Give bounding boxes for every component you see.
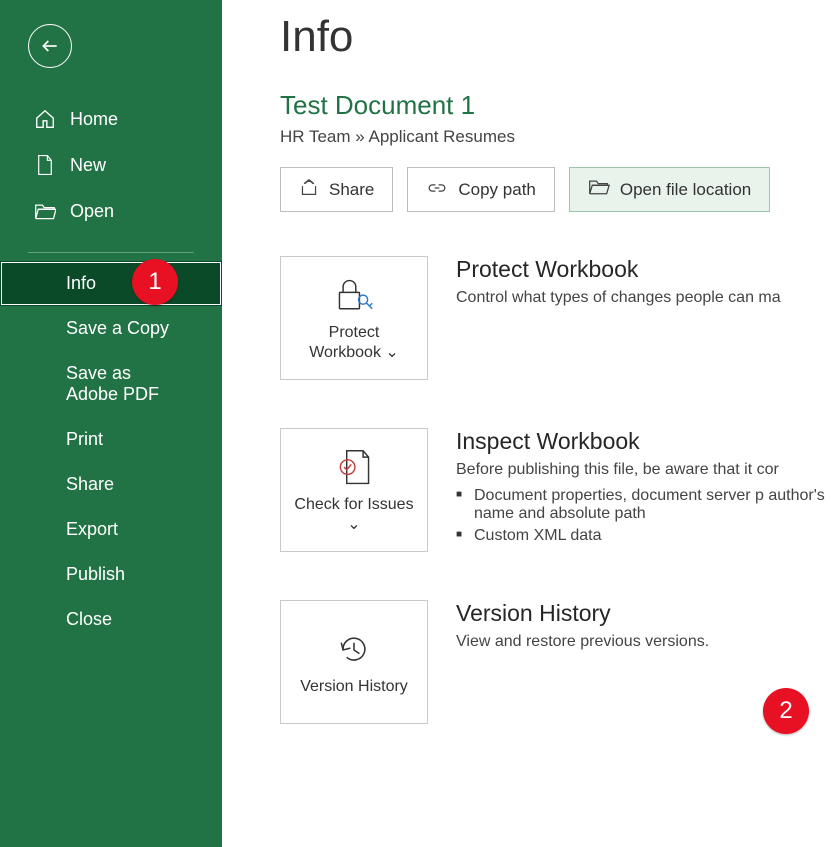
sidebar-item-info[interactable]: Info 1 bbox=[0, 261, 222, 306]
sidebar-item-label: Save as Adobe PDF bbox=[66, 363, 182, 405]
history-desc: View and restore previous versions. bbox=[456, 633, 839, 651]
document-check-icon bbox=[334, 446, 374, 490]
sidebar-item-share[interactable]: Share bbox=[0, 462, 222, 507]
sidebar-item-home[interactable]: Home bbox=[0, 96, 222, 142]
sidebar-item-label: Export bbox=[66, 519, 118, 540]
back-arrow-icon bbox=[39, 35, 61, 57]
inspect-bullets: Document properties, document server p a… bbox=[456, 487, 839, 545]
list-item: Document properties, document server p a… bbox=[474, 487, 839, 523]
open-location-label: Open file location bbox=[620, 180, 751, 200]
sidebar-item-label: Home bbox=[70, 109, 118, 130]
history-title: Version History bbox=[456, 600, 839, 627]
sidebar-item-save-pdf[interactable]: Save as Adobe PDF bbox=[0, 351, 222, 417]
sidebar-item-publish[interactable]: Publish bbox=[0, 552, 222, 597]
open-folder-icon bbox=[34, 200, 56, 222]
inspect-tile-label: Check for Issues ⌄ bbox=[291, 496, 417, 534]
folder-open-icon bbox=[588, 178, 610, 201]
sidebar-item-save-copy[interactable]: Save a Copy bbox=[0, 306, 222, 351]
check-for-issues-tile[interactable]: Check for Issues ⌄ bbox=[280, 428, 428, 552]
version-history-tile[interactable]: Version History bbox=[280, 600, 428, 724]
inspect-title: Inspect Workbook bbox=[456, 428, 839, 455]
sidebar-item-label: New bbox=[70, 155, 106, 176]
link-icon bbox=[426, 180, 448, 200]
protect-workbook-tile[interactable]: Protect Workbook ⌄ bbox=[280, 256, 428, 380]
section-inspect-workbook: Check for Issues ⌄ Inspect Workbook Befo… bbox=[280, 428, 839, 552]
sidebar-item-label: Open bbox=[70, 201, 114, 222]
open-file-location-button[interactable]: Open file location bbox=[569, 167, 770, 212]
sidebar-item-label: Print bbox=[66, 429, 103, 450]
backstage-sidebar: Home New Open Info 1 Save a Copy Save as… bbox=[0, 0, 222, 847]
section-version-history: Version History Version History View and… bbox=[280, 600, 839, 724]
callout-1: 1 bbox=[132, 259, 178, 305]
history-clock-icon bbox=[334, 628, 374, 672]
protect-title: Protect Workbook bbox=[456, 256, 839, 283]
share-label: Share bbox=[329, 180, 374, 200]
protect-tile-label: Protect Workbook ⌄ bbox=[291, 324, 417, 362]
new-file-icon bbox=[34, 154, 56, 176]
sidebar-item-open[interactable]: Open bbox=[0, 188, 222, 234]
share-button[interactable]: Share bbox=[280, 167, 393, 212]
copy-path-button[interactable]: Copy path bbox=[407, 167, 555, 212]
main-content: Info Test Document 1 HR Team » Applicant… bbox=[222, 0, 839, 847]
action-row: Share Copy path Open file location bbox=[280, 167, 839, 212]
history-tile-label: Version History bbox=[300, 678, 408, 696]
sidebar-separator bbox=[28, 252, 194, 253]
list-item: Custom XML data bbox=[474, 527, 839, 545]
sidebar-item-label: Close bbox=[66, 609, 112, 630]
sidebar-item-label: Info bbox=[66, 273, 96, 294]
sidebar-item-label: Publish bbox=[66, 564, 125, 585]
section-protect-workbook: Protect Workbook ⌄ Protect Workbook Cont… bbox=[280, 256, 839, 380]
inspect-desc: Before publishing this file, be aware th… bbox=[456, 461, 839, 479]
home-icon bbox=[34, 108, 56, 130]
sidebar-item-print[interactable]: Print bbox=[0, 417, 222, 462]
share-icon bbox=[299, 178, 319, 201]
document-title: Test Document 1 bbox=[280, 90, 839, 121]
lock-key-icon bbox=[332, 274, 376, 318]
sidebar-item-close[interactable]: Close bbox=[0, 597, 222, 642]
page-title: Info bbox=[280, 12, 839, 62]
sidebar-item-label: Save a Copy bbox=[66, 318, 169, 339]
sidebar-item-label: Share bbox=[66, 474, 114, 495]
copy-path-label: Copy path bbox=[458, 180, 536, 200]
back-button[interactable] bbox=[28, 24, 72, 68]
callout-2: 2 bbox=[763, 688, 809, 734]
sidebar-item-new[interactable]: New bbox=[0, 142, 222, 188]
sidebar-item-export[interactable]: Export bbox=[0, 507, 222, 552]
protect-desc: Control what types of changes people can… bbox=[456, 289, 839, 307]
breadcrumb: HR Team » Applicant Resumes bbox=[280, 127, 839, 147]
